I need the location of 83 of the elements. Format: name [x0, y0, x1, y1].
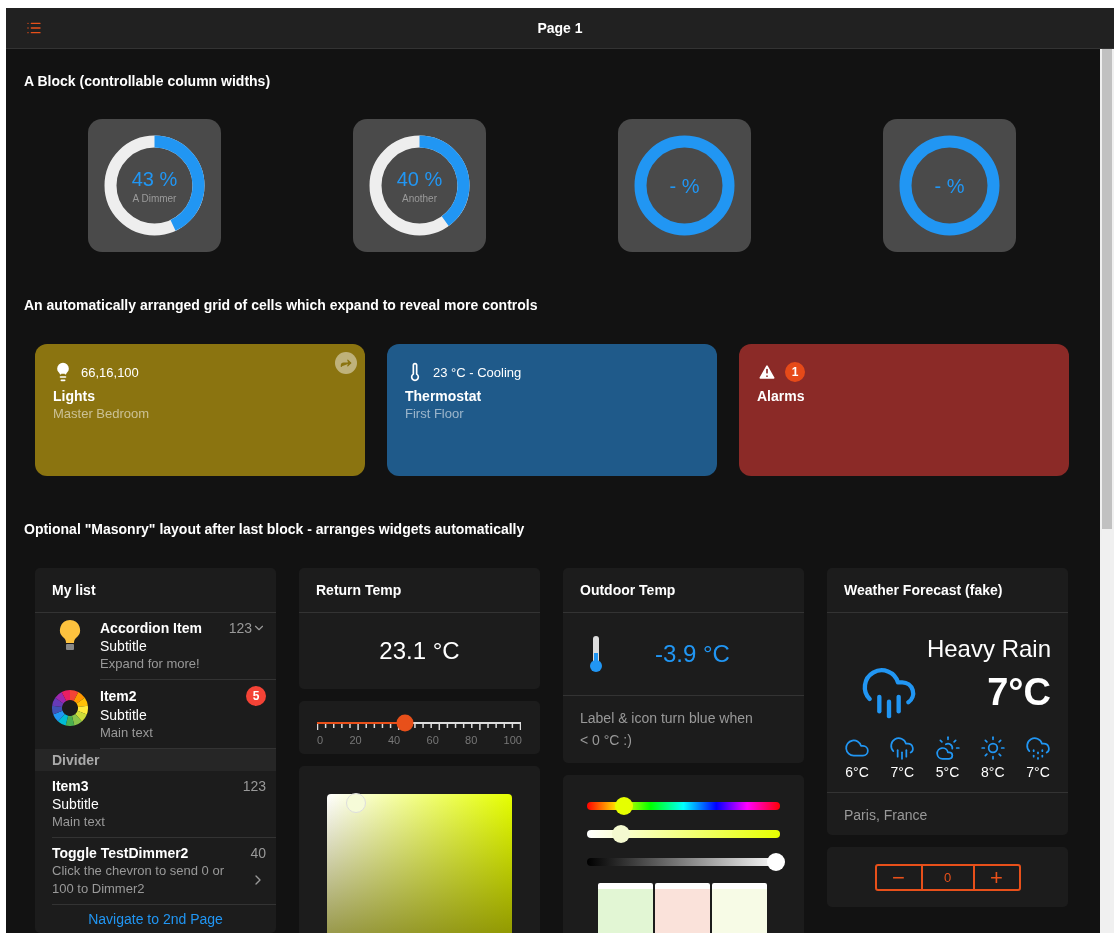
- forecast-temperature: 7°C: [890, 764, 914, 780]
- card-title: Return Temp: [299, 568, 540, 613]
- item-value: 123: [228, 620, 266, 636]
- color-swatch[interactable]: [712, 883, 767, 933]
- slider-thumb[interactable]: [767, 853, 785, 871]
- item-value: 40: [250, 845, 266, 861]
- item-text: Main text: [100, 724, 154, 742]
- slider[interactable]: [317, 714, 522, 732]
- count-badge: 5: [246, 686, 266, 706]
- color-swatch[interactable]: [598, 883, 653, 933]
- item-text: Click the chevron to send 0 or 100 to Dimmer2: [52, 862, 225, 898]
- list-item[interactable]: Item3 123 Subtitle Main text: [35, 771, 276, 838]
- page-title: Page 1: [537, 20, 583, 36]
- temperature-value: 23.1 °C: [379, 637, 460, 665]
- lightbulb-icon: [59, 619, 81, 653]
- increment-button[interactable]: +: [974, 866, 1019, 889]
- warning-icon: [757, 362, 777, 382]
- item-subtitle: Subtitle: [52, 795, 100, 813]
- gauge-value: - %: [669, 174, 700, 197]
- tick-label: 80: [465, 734, 478, 746]
- list-item[interactable]: Toggle TestDimmer2 40 Click the chevron to send 0 or 100 to Dimmer2: [35, 838, 276, 905]
- item-title: Accordion Item: [100, 619, 202, 637]
- tick-label: 20: [349, 734, 362, 746]
- gauge-value: 43 %: [131, 167, 178, 190]
- weather-condition: Heavy Rain: [925, 635, 1051, 663]
- section-title: Optional "Masonry" layout after last block - arranges widgets automatically: [24, 521, 526, 537]
- card-title: Weather Forecast (fake): [827, 568, 1068, 613]
- tick-label: 0: [317, 734, 324, 746]
- tile-subtitle: First Floor: [405, 406, 465, 421]
- thermostat-tile[interactable]: 23 °C - Cooling Thermostat First Floor: [387, 344, 717, 476]
- gauge-label: A Dimmer: [132, 192, 177, 204]
- picker-thumb[interactable]: [346, 793, 366, 813]
- section-title: An automatically arranged grid of cells which expand to reveal more controls: [24, 297, 539, 313]
- forecast-temperature: 6°C: [845, 764, 869, 780]
- item-subtitle: Subtitle: [100, 706, 148, 724]
- gauge-label: Another: [402, 192, 437, 204]
- decrement-button[interactable]: −: [876, 866, 921, 889]
- tile-title: Alarms: [757, 388, 806, 404]
- item-value: 123: [242, 778, 266, 794]
- item-title: Item3: [52, 777, 89, 795]
- list-item[interactable]: Accordion Item 123 Subtitle Expand for more!: [35, 613, 276, 680]
- tile-status: 66,16,100: [81, 364, 139, 380]
- sun-icon: [979, 735, 1006, 761]
- forecast-temperature: 5°C: [935, 764, 960, 780]
- navigate-link[interactable]: Navigate to 2nd Page: [88, 911, 223, 927]
- current-temperature: 7°C: [987, 670, 1051, 714]
- cloud-sun-icon: [934, 735, 961, 761]
- tile-title: Thermostat: [405, 388, 483, 404]
- tick-label: 40: [387, 734, 401, 746]
- lights-tile[interactable]: 66,16,100 Lights Master Bedroom: [35, 344, 365, 476]
- slider-thumb[interactable]: [611, 825, 630, 843]
- item-text: Expand for more!: [100, 655, 201, 673]
- location-text: Paris, France: [843, 806, 929, 825]
- forward-arrow-icon: [339, 356, 353, 370]
- gauge-value: - %: [934, 174, 965, 197]
- item-subtitle: Subtitle: [100, 637, 148, 655]
- slider-thumb[interactable]: [615, 797, 634, 815]
- tick-label: 100: [503, 734, 522, 746]
- tile-title: Lights: [53, 388, 96, 404]
- drizzle-cloud-icon: [1025, 735, 1051, 761]
- item-text: Main text: [52, 813, 106, 831]
- menu-button[interactable]: [26, 20, 42, 36]
- forecast-temperature: 8°C: [981, 764, 1005, 780]
- tile-subtitle: Master Bedroom: [53, 406, 151, 421]
- card-title: Outdoor Temp: [563, 568, 804, 613]
- alarm-count-badge: 1: [785, 362, 805, 382]
- stepper-value: 0: [920, 866, 975, 889]
- tile-status: 23 °C - Cooling: [433, 364, 522, 380]
- item-title: Toggle TestDimmer2: [52, 844, 189, 862]
- section-title: A Block (controllable column widths): [24, 73, 272, 89]
- alarms-tile[interactable]: 1 Alarms: [739, 344, 1069, 476]
- card-title: My list: [35, 568, 276, 613]
- info-text: Label & icon turn blue when < 0 °C :): [579, 709, 754, 750]
- color-swatch[interactable]: [655, 883, 710, 933]
- tick-label: 60: [426, 734, 439, 746]
- slider-thumb[interactable]: [396, 714, 414, 732]
- color-wheel-icon: [52, 690, 88, 726]
- gauge-value: 40 %: [396, 167, 443, 190]
- rain-cloud-icon: [889, 735, 916, 761]
- item-title: Item2: [100, 687, 137, 705]
- forecast-temperature: 7°C: [1026, 764, 1050, 780]
- scrollbar[interactable]: [1100, 49, 1114, 933]
- temperature-value: -3.9 °C: [655, 640, 730, 668]
